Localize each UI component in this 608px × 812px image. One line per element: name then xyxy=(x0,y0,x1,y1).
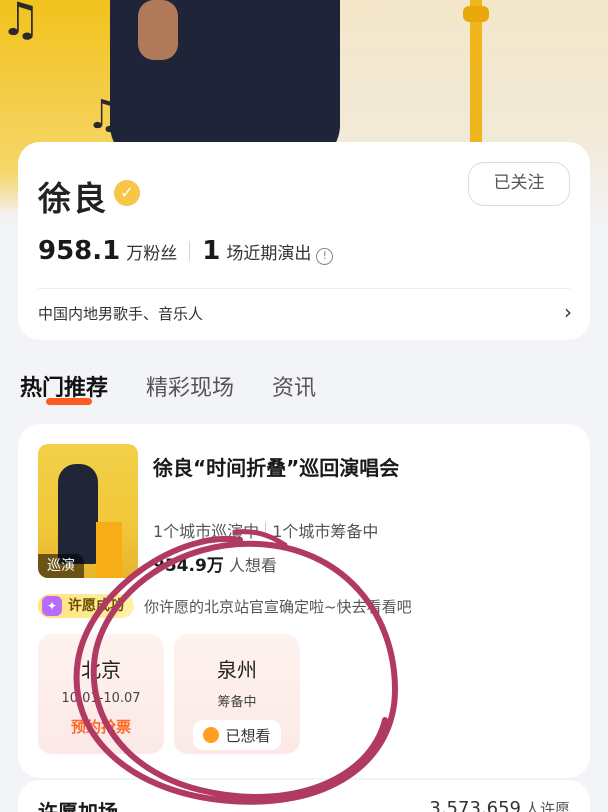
fans-count: 958.1 xyxy=(38,236,121,266)
city-tile-beijing[interactable]: 北京 10.01-10.07 预约抢票 xyxy=(38,634,164,754)
city-tile-quanzhou[interactable]: 泉州 筹备中 已想看 xyxy=(174,634,300,754)
artist-stats: 958.1 万粉丝 1 场近期演出 ! xyxy=(38,236,334,266)
shows-count: 1 xyxy=(202,236,221,266)
wish-success-badge: ✦ 许愿成功 xyxy=(38,594,134,618)
wish-count-num: 3,573,659 xyxy=(429,798,521,812)
divider xyxy=(38,288,570,289)
poster-tag: 巡演 xyxy=(38,554,84,578)
artist-description[interactable]: 中国内地男歌手、音乐人 xyxy=(38,303,203,324)
wish-count-unit: 人许愿 xyxy=(524,800,570,812)
fans-unit: 万粉丝 xyxy=(126,244,178,264)
stats-divider xyxy=(189,241,191,261)
artist-photo xyxy=(110,0,340,165)
gift-icon: ✦ xyxy=(42,596,62,616)
tour-title[interactable]: 徐良“时间折叠”巡回演唱会 xyxy=(153,452,399,481)
wanted-button[interactable]: 已想看 xyxy=(193,720,281,750)
wish-notice[interactable]: ✦ 许愿成功 你许愿的北京站官宣确定啦~快去看看吧 xyxy=(38,594,412,618)
reserve-tickets-button[interactable]: 预约抢票 xyxy=(38,716,164,737)
city-name: 泉州 xyxy=(217,658,257,682)
shows-unit: 场近期演出 xyxy=(226,244,312,264)
heart-icon xyxy=(203,727,220,743)
tour-card[interactable]: 巡演 徐良“时间折叠”巡回演唱会 1个城市巡演中 1个城市筹备中 954.9万 … xyxy=(18,424,590,778)
cities-touring: 1个城市巡演中 xyxy=(153,522,260,541)
info-icon[interactable]: ! xyxy=(316,248,334,265)
city-name: 北京 xyxy=(81,658,121,682)
mic-stand-head xyxy=(463,6,489,22)
city-dates: 10.01-10.07 xyxy=(61,691,141,706)
wish-encore-title: 许愿加场 xyxy=(38,800,118,812)
artist-name: 徐良 xyxy=(38,179,108,218)
wish-count: 3,573,659 人许愿 xyxy=(429,798,570,812)
city-status-divider xyxy=(265,522,267,538)
cities-preparing: 1个城市筹备中 xyxy=(272,522,379,541)
follow-button[interactable]: 已关注 xyxy=(468,162,570,206)
verified-icon: ✓ xyxy=(114,180,140,206)
wanted-label: 已想看 xyxy=(225,726,271,745)
tour-city-status: 1个城市巡演中 1个城市筹备中 xyxy=(153,518,378,542)
city-status: 筹备中 xyxy=(217,695,257,710)
music-note-icon: ♫ xyxy=(0,0,42,46)
chevron-right-icon[interactable]: › xyxy=(564,300,572,324)
wish-encore-card[interactable]: 许愿加场 3,573,659 人许愿 xyxy=(18,780,590,812)
want-count: 954.9万 人想看 xyxy=(153,551,277,576)
tab-live-highlights[interactable]: 精彩现场 xyxy=(146,370,234,402)
wish-badge-label: 许愿成功 xyxy=(68,598,124,614)
active-tab-indicator xyxy=(46,398,92,405)
wish-message: 你许愿的北京站官宣确定啦~快去看看吧 xyxy=(144,597,412,616)
want-count-unit: 人想看 xyxy=(228,556,277,575)
tab-news[interactable]: 资讯 xyxy=(272,370,316,402)
want-count-num: 954.9万 xyxy=(153,556,224,576)
artist-profile-card: 徐良 ✓ 已关注 958.1 万粉丝 1 场近期演出 ! 中国内地男歌手、音乐人… xyxy=(18,142,590,340)
